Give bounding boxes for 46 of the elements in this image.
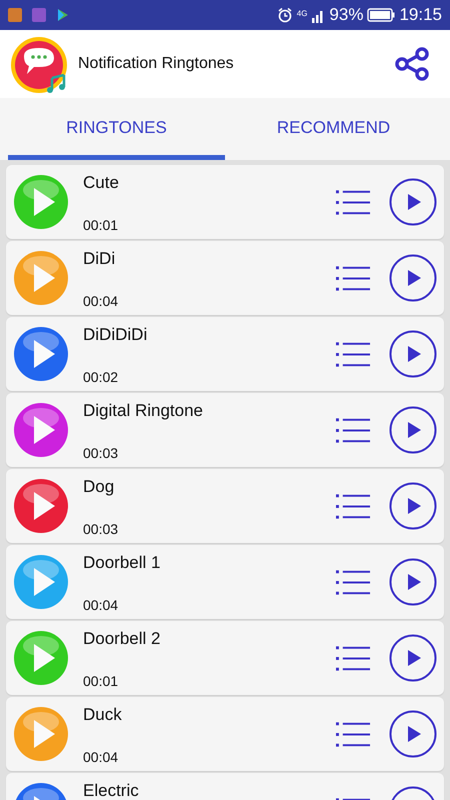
share-icon[interactable] [394,46,430,82]
ringtone-card[interactable]: Dog 00:03 [6,469,444,543]
ringtone-card[interactable]: Cute 00:01 [6,165,444,239]
ringtone-title: DiDiDiDi [83,325,148,345]
ringtone-duration: 00:01 [83,673,120,689]
ringtone-title: DiDi [83,249,116,269]
play-button[interactable] [389,254,437,302]
ringtone-duration: 00:03 [83,521,120,537]
ringtone-title: Digital Ringtone [83,401,204,421]
battery-percent: 93% [329,5,364,25]
ringtone-title: Electric [83,781,140,800]
ringtone-duration: 00:04 [83,597,120,613]
play-button[interactable] [389,710,437,758]
ringtone-card[interactable]: DiDiDiDi 00:02 [6,317,444,391]
ringtone-card[interactable]: Digital Ringtone 00:03 [6,393,444,467]
ringtone-card[interactable]: Doorbell 1 00:04 [6,545,444,619]
ringtone-duration: 00:04 [83,293,120,309]
app-title: Notification Ringtones [78,55,235,73]
ringtone-title: Duck [83,705,123,725]
play-button[interactable] [389,406,437,454]
ringtone-card[interactable]: Electric [6,773,444,800]
ringtone-title: Doorbell 1 [83,553,162,573]
play-button[interactable] [389,330,437,378]
play-button[interactable] [389,558,437,606]
network-label: 4G [296,9,308,18]
alarm-icon [276,7,293,23]
app-icon [8,8,22,22]
tab[interactable]: RINGTONES [8,98,225,160]
play-button[interactable] [389,178,437,226]
ringtone-title: Doorbell 2 [83,629,162,649]
clock: 19:15 [399,5,442,25]
ringtone-card[interactable]: Doorbell 2 00:01 [6,621,444,695]
ringtone-duration: 00:04 [83,749,120,765]
play-button[interactable] [389,634,437,682]
app-logo-icon [10,34,70,94]
ringtone-card[interactable]: Duck 00:04 [6,697,444,771]
ringtone-duration: 00:03 [83,445,120,461]
play-button[interactable] [389,482,437,530]
store-icon [56,8,70,22]
ringtone-title: Dog [83,477,116,497]
battery-icon [367,8,396,22]
ringtone-duration: 00:01 [83,217,120,233]
ringtone-title: Cute [83,173,120,193]
ringtone-card[interactable]: DiDi 00:04 [6,241,444,315]
ringtone-duration: 00:02 [83,369,120,385]
tab[interactable]: RECOMMEND [225,98,442,160]
